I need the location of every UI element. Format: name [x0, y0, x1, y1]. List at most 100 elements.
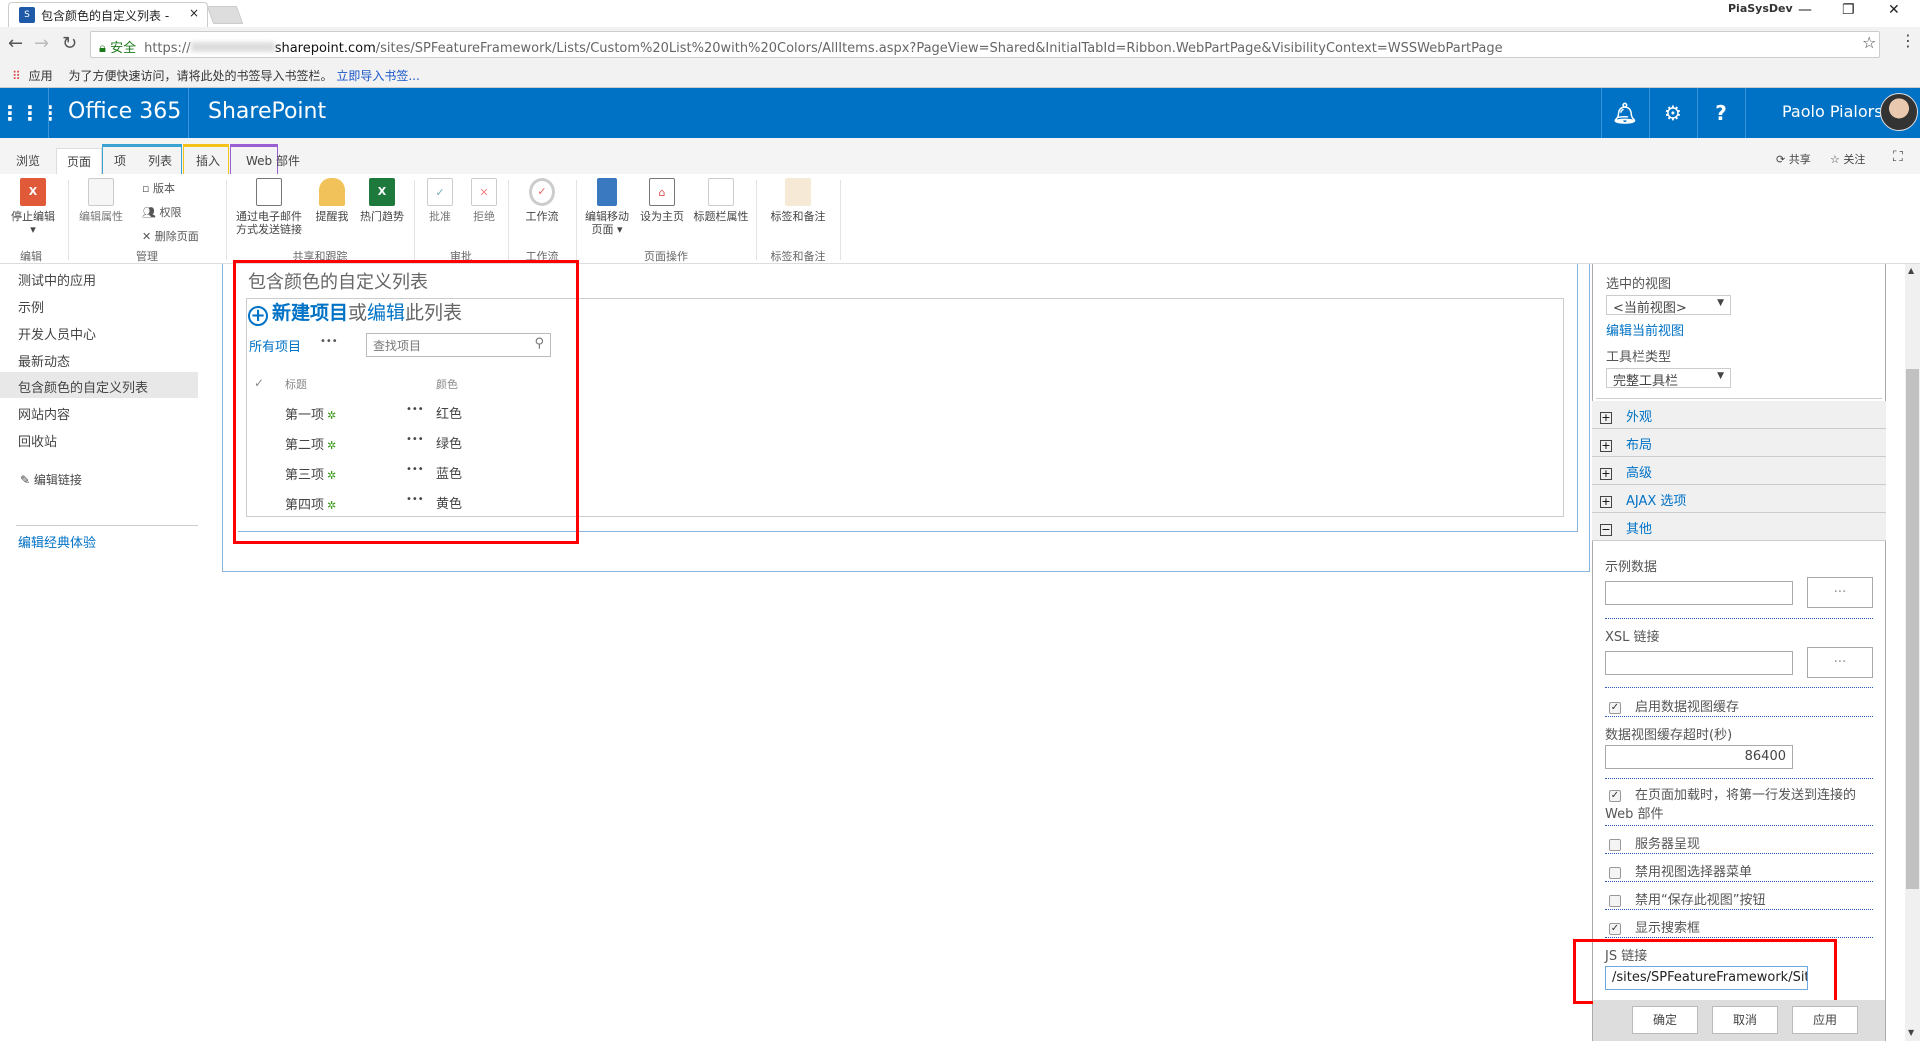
scroll-up-icon[interactable]: ▲: [1908, 266, 1914, 275]
avatar[interactable]: [1880, 93, 1918, 131]
ok-button[interactable]: 确定: [1632, 1006, 1698, 1034]
checkbox-checked[interactable]: ✓: [1609, 701, 1621, 714]
browser-tab[interactable]: S 包含颜色的自定义列表 - ×: [8, 2, 208, 27]
section-appearance[interactable]: + 外观: [1592, 401, 1886, 429]
office365-link[interactable]: Office 365: [68, 99, 181, 124]
tab-insert[interactable]: 插入: [186, 148, 230, 174]
tab-list[interactable]: 列表: [138, 148, 182, 174]
follow-button[interactable]: ☆ 关注: [1830, 151, 1865, 167]
sample-data-browse-button[interactable]: ...: [1807, 577, 1873, 608]
approve-button[interactable]: ✓ 批准: [420, 174, 460, 223]
nav-item[interactable]: 网站内容: [0, 399, 198, 425]
toolbar-type-select[interactable]: 完整工具栏 ▼: [1606, 368, 1731, 389]
expand-icon[interactable]: +: [1600, 439, 1612, 452]
gear-icon[interactable]: ⚙: [1649, 88, 1697, 138]
label: 布局: [1626, 438, 1653, 453]
tab-items[interactable]: 项: [104, 148, 136, 174]
checkbox-unchecked[interactable]: [1609, 866, 1621, 879]
nav-item[interactable]: 开发人员中心: [0, 319, 198, 345]
send-first-row-row[interactable]: ✓ 在页面加载时，将第一行发送到连接的 Web 部件: [1605, 786, 1875, 824]
expand-icon[interactable]: +: [1600, 495, 1612, 508]
edit-links-button[interactable]: ✎ 编辑链接: [20, 471, 82, 488]
popularity-trends-button[interactable]: X 热门趋势: [358, 174, 406, 223]
tags-notes-button[interactable]: 标签和备注: [762, 174, 834, 223]
sharepoint-link[interactable]: SharePoint: [208, 99, 326, 124]
properties-icon: [88, 178, 114, 206]
stop-editing-button[interactable]: X 停止编辑 ▾: [6, 174, 60, 236]
label: 停止编辑: [11, 210, 55, 223]
checkbox-unchecked[interactable]: [1609, 894, 1621, 907]
back-icon[interactable]: ←: [8, 33, 23, 54]
disable-save-view-row[interactable]: 禁用“保存此视图”按钮: [1609, 889, 1765, 908]
expand-icon[interactable]: +: [1600, 411, 1612, 424]
section-layout[interactable]: + 布局: [1592, 429, 1886, 457]
cache-timeout-input[interactable]: 86400: [1605, 745, 1793, 769]
minimize-icon[interactable]: —: [1798, 2, 1812, 18]
disable-view-selector-row[interactable]: 禁用视图选择器菜单: [1609, 861, 1752, 880]
alert-me-button[interactable]: 提醒我: [310, 174, 354, 223]
nav-item[interactable]: 回收站: [0, 426, 198, 452]
reject-button[interactable]: ✕ 拒绝: [464, 174, 504, 223]
cancel-button[interactable]: 取消: [1712, 1006, 1778, 1034]
versions-button[interactable]: ▫ 版本: [142, 180, 175, 196]
apps-link[interactable]: 应用: [29, 69, 53, 83]
share-button[interactable]: ⟳ 共享: [1776, 151, 1811, 167]
selected-view-select[interactable]: <当前视图> ▼: [1606, 295, 1731, 316]
edit-current-view-link[interactable]: 编辑当前视图: [1606, 320, 1684, 339]
url-input[interactable]: 🔒︎ 安全 https:// sharepoint.com/sites/SPFeat…: [90, 31, 1880, 58]
checkbox-checked[interactable]: ✓: [1609, 789, 1621, 802]
new-tab-button[interactable]: [206, 6, 244, 24]
nav-item-selected[interactable]: 包含颜色的自定义列表: [0, 372, 198, 398]
waffle-icon[interactable]: ⋮⋮⋮: [0, 88, 60, 138]
section-ajax[interactable]: + AJAX 选项: [1592, 485, 1886, 513]
restore-icon[interactable]: ❐: [1842, 2, 1855, 18]
cache-checkbox-row[interactable]: ✓ 启用数据视图缓存: [1609, 696, 1739, 715]
section-advanced[interactable]: + 高级: [1592, 457, 1886, 485]
nav-item[interactable]: 最新动态: [0, 346, 198, 372]
checkbox-checked[interactable]: ✓: [1609, 922, 1621, 935]
user-name[interactable]: Paolo Pialorsi: [1782, 102, 1887, 121]
profile-name: PiaSysDev: [1728, 2, 1793, 15]
tab-browse[interactable]: 浏览: [6, 148, 50, 174]
scrollbar[interactable]: ▲ ▼: [1905, 264, 1920, 1041]
apply-button[interactable]: 应用: [1792, 1006, 1858, 1034]
make-homepage-button[interactable]: ⌂ 设为主页: [636, 174, 688, 223]
checkbox-unchecked[interactable]: [1609, 838, 1621, 851]
show-search-row[interactable]: ✓ 显示搜索框: [1609, 917, 1700, 936]
delete-page-button[interactable]: ✕ 删除页面: [142, 228, 199, 244]
nav-item[interactable]: 示例: [0, 292, 198, 318]
focus-content-icon[interactable]: ⛶: [1893, 149, 1903, 165]
scroll-down-icon[interactable]: ▼: [1908, 1028, 1914, 1037]
bell-icon[interactable]: 🔔︎: [1601, 88, 1649, 138]
forward-icon[interactable]: →: [34, 33, 49, 54]
email-link-button[interactable]: 通过电子邮件方式发送链接: [232, 174, 306, 236]
title-bar-properties-button[interactable]: 标题栏属性: [690, 174, 752, 223]
tab-webpart[interactable]: Web 部件: [236, 148, 362, 174]
nav-item[interactable]: 测试中的应用: [0, 265, 198, 291]
server-render-row[interactable]: 服务器呈现: [1609, 833, 1700, 852]
classic-experience-link[interactable]: 编辑经典体验: [18, 532, 96, 551]
permissions-button[interactable]: 👥︎ 权限: [142, 204, 181, 220]
section-misc[interactable]: − 其他: [1592, 513, 1886, 541]
tab-page[interactable]: 页面: [56, 148, 103, 174]
tab-close-icon[interactable]: ×: [189, 6, 199, 20]
collapse-icon[interactable]: −: [1600, 523, 1612, 536]
menu-icon[interactable]: ⋮: [1900, 31, 1916, 50]
apps-grid-icon[interactable]: ⠿: [12, 69, 21, 83]
import-bookmarks-link[interactable]: 立即导入书签...: [336, 69, 419, 83]
edit-mobile-page-button[interactable]: 编辑移动页面 ▾: [580, 174, 634, 236]
sample-data-label: 示例数据: [1605, 560, 1658, 575]
label: 通过电子邮件方式发送链接: [236, 210, 302, 236]
edit-properties-button[interactable]: 编辑属性: [74, 174, 128, 223]
bookmarks-bar: ⠿ 应用 为了方便快速访问，请将此处的书签导入书签栏。 立即导入书签...: [0, 62, 1920, 88]
workflow-button[interactable]: ✓ 工作流: [514, 174, 570, 223]
reload-icon[interactable]: ↻: [62, 33, 77, 54]
xsl-link-browse-button[interactable]: ...: [1807, 647, 1873, 678]
bookmark-star-icon[interactable]: ☆: [1862, 33, 1876, 52]
scroll-thumb[interactable]: [1906, 369, 1919, 889]
sample-data-input[interactable]: [1605, 581, 1793, 605]
close-window-icon[interactable]: ✕: [1888, 2, 1900, 18]
xsl-link-input[interactable]: [1605, 651, 1793, 675]
help-icon[interactable]: ?: [1697, 88, 1745, 138]
expand-icon[interactable]: +: [1600, 467, 1612, 480]
